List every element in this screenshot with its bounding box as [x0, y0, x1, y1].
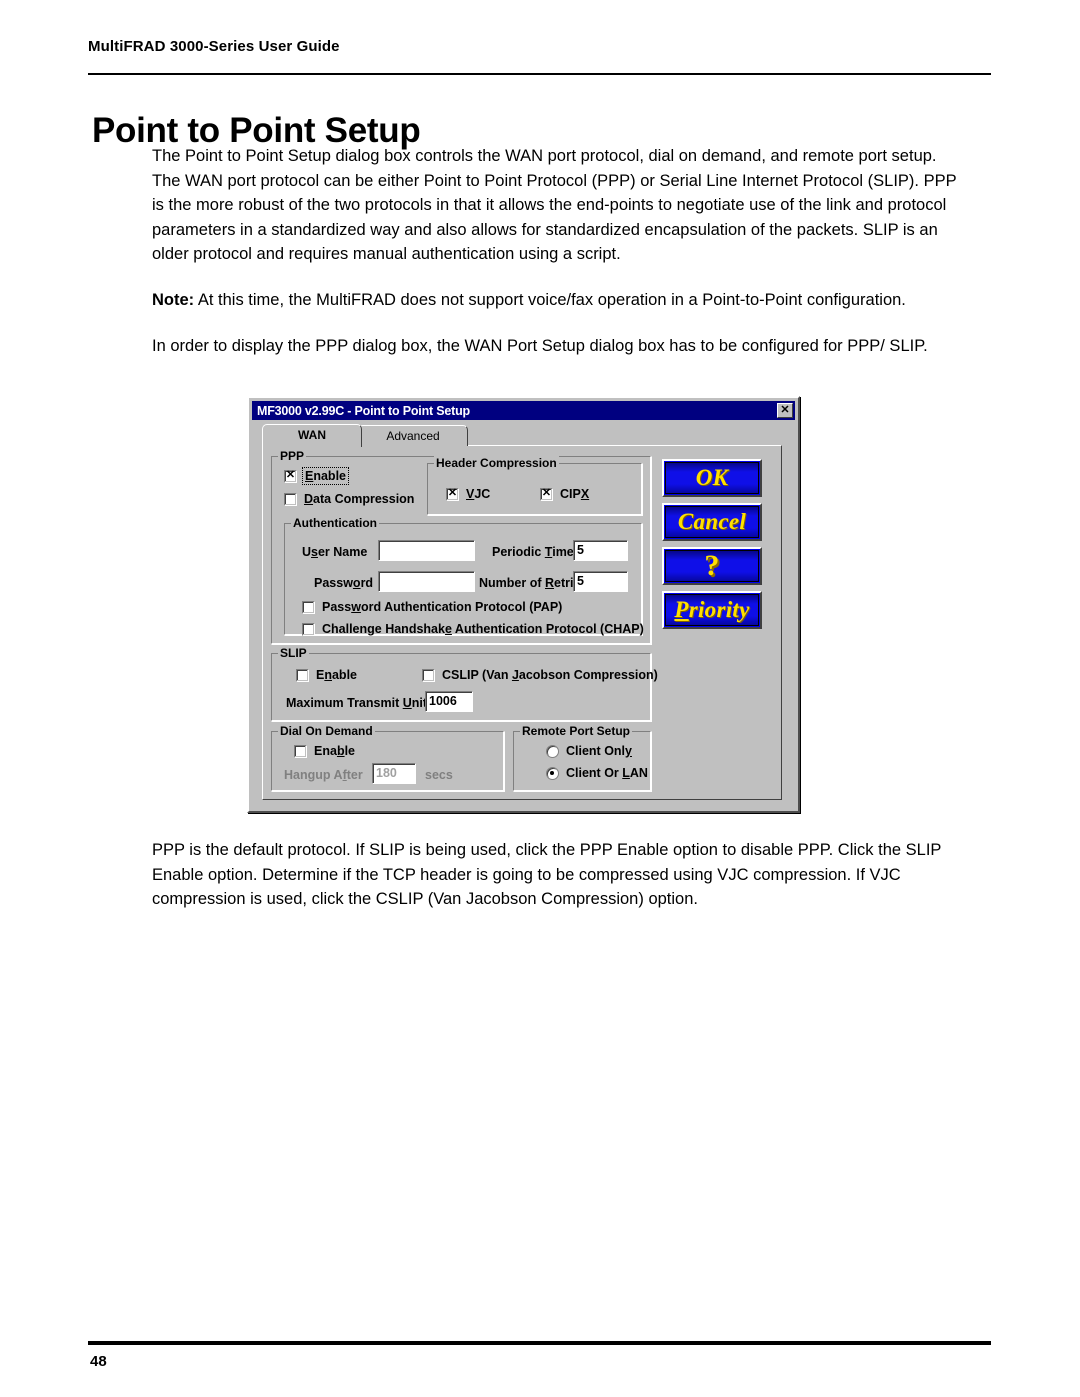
- checkbox-chap[interactable]: Challenge Handshake Authentication Proto…: [302, 622, 644, 636]
- group-ppp: PPP EEnablenable Data Compression Header…: [270, 449, 652, 645]
- label-periodic-timer: Periodic Timer: [492, 545, 579, 559]
- group-authentication-legend: Authentication: [291, 516, 379, 530]
- priority-button[interactable]: Priority: [662, 591, 762, 629]
- checkbox-data-compression[interactable]: Data Compression: [284, 492, 414, 506]
- label-hangup-after: Hangup After: [284, 768, 363, 782]
- note-text: At this time, the MultiFRAD does not sup…: [197, 290, 906, 309]
- question-mark-icon: ?: [704, 549, 720, 582]
- checkbox-icon: [284, 469, 297, 483]
- group-header-compression: Header Compression VJC CIPX: [426, 456, 643, 516]
- checkbox-dod-enable-label: Enable: [314, 744, 356, 758]
- close-icon[interactable]: ✕: [777, 403, 793, 418]
- checkbox-slip-enable[interactable]: Enable: [296, 668, 357, 682]
- radio-icon: [546, 744, 559, 758]
- input-mtu[interactable]: 1006: [425, 691, 473, 712]
- ok-button-label: OK: [695, 465, 729, 490]
- radio-client-only-label: Client Only: [566, 744, 632, 758]
- checkbox-ppp-enable[interactable]: EEnablenable: [284, 467, 349, 485]
- body-text-column: The Point to Point Setup dialog box cont…: [152, 144, 957, 379]
- label-password: Password: [314, 576, 374, 590]
- checkbox-cslip-label: CSLIP (Van Jacobson Compression): [442, 668, 658, 682]
- label-hangup-units: secs: [425, 768, 453, 782]
- help-button[interactable]: ?: [662, 547, 762, 585]
- checkbox-chap-label: Challenge Handshake Authentication Proto…: [322, 622, 644, 636]
- label-user-name: User Name: [302, 545, 368, 559]
- checkbox-ppp-enable-label: EEnablenable: [302, 467, 349, 485]
- group-remote-port-setup-legend: Remote Port Setup: [520, 724, 633, 738]
- note-label: Note:: [152, 290, 195, 309]
- header-rule: [88, 73, 991, 75]
- checkbox-slip-enable-label: Enable: [316, 668, 357, 682]
- radio-icon: [546, 766, 559, 780]
- group-dial-on-demand: Dial On Demand Enable Hangup After 180 s…: [270, 724, 505, 792]
- tabstrip: WAN Advanced: [262, 424, 482, 447]
- checkbox-icon: [540, 487, 553, 501]
- group-remote-port-setup: Remote Port Setup Client Only Client Or …: [512, 724, 652, 792]
- cancel-button-label: Cancel: [677, 509, 747, 534]
- checkbox-icon: [302, 622, 315, 636]
- ok-button[interactable]: OK: [662, 459, 762, 497]
- cancel-button[interactable]: Cancel: [662, 503, 762, 541]
- page-number: 48: [90, 1353, 107, 1370]
- dialog-title: MF3000 v2.99C - Point to Point Setup: [257, 403, 470, 418]
- tab-advanced[interactable]: Advanced: [358, 425, 468, 446]
- radio-client-only[interactable]: Client Only: [546, 744, 632, 758]
- tab-wan[interactable]: WAN: [262, 424, 362, 447]
- checkbox-dod-enable[interactable]: Enable: [294, 744, 355, 758]
- label-mtu: Maximum Transmit Unit: [286, 696, 428, 710]
- checkbox-cslip[interactable]: CSLIP (Van Jacobson Compression): [422, 668, 658, 682]
- dialog-titlebar[interactable]: MF3000 v2.99C - Point to Point Setup ✕: [252, 401, 795, 420]
- input-periodic-timer[interactable]: 5: [573, 540, 628, 561]
- checkbox-icon: [302, 600, 315, 614]
- input-password[interactable]: [378, 571, 475, 592]
- group-slip-legend: SLIP: [278, 646, 309, 660]
- checkbox-pap-label: Password Authentication Protocol (PAP): [322, 600, 563, 614]
- checkbox-data-compression-label: Data Compression: [304, 492, 415, 506]
- page-header: MultiFRAD 3000-Series User Guide: [88, 38, 340, 55]
- paragraph-prereq: In order to display the PPP dialog box, …: [152, 336, 928, 355]
- checkbox-vjc-label: VJC: [466, 487, 491, 501]
- paragraph-intro: The Point to Point Setup dialog box cont…: [152, 147, 957, 264]
- tab-advanced-label: Advanced: [386, 429, 440, 443]
- checkbox-vjc[interactable]: VJC: [446, 487, 490, 501]
- checkbox-cipx-label: CIPX: [560, 487, 590, 501]
- radio-client-or-lan[interactable]: Client Or LAN: [546, 766, 648, 780]
- checkbox-icon: [446, 487, 459, 501]
- checkbox-icon: [284, 492, 297, 506]
- input-number-of-retries[interactable]: 5: [573, 571, 628, 592]
- group-authentication: Authentication User Name Password Period…: [283, 516, 644, 636]
- radio-client-or-lan-label: Client Or LAN: [566, 766, 648, 780]
- group-header-compression-legend: Header Compression: [434, 456, 559, 470]
- checkbox-icon: [294, 744, 307, 758]
- input-user-name[interactable]: [378, 540, 475, 561]
- group-dial-on-demand-legend: Dial On Demand: [278, 724, 375, 738]
- paragraph-note: Note: At this time, the MultiFRAD does n…: [152, 288, 957, 313]
- priority-button-label: Priority: [674, 597, 750, 622]
- input-hangup-after[interactable]: 180: [372, 763, 416, 784]
- group-slip: SLIP Enable CSLIP (Van Jacobson Compress…: [270, 646, 658, 722]
- tab-wan-label: WAN: [298, 428, 326, 442]
- checkbox-icon: [422, 668, 435, 682]
- checkbox-cipx[interactable]: CIPX: [540, 487, 589, 501]
- checkbox-pap[interactable]: Password Authentication Protocol (PAP): [302, 600, 562, 614]
- paragraph-closing: PPP is the default protocol. If SLIP is …: [152, 841, 942, 909]
- label-number-of-retries: Number of Retries: [479, 576, 588, 590]
- checkbox-icon: [296, 668, 309, 682]
- point-to-point-setup-dialog: MF3000 v2.99C - Point to Point Setup ✕ W…: [247, 396, 800, 813]
- group-ppp-legend: PPP: [278, 449, 307, 463]
- footer-rule: [88, 1341, 991, 1345]
